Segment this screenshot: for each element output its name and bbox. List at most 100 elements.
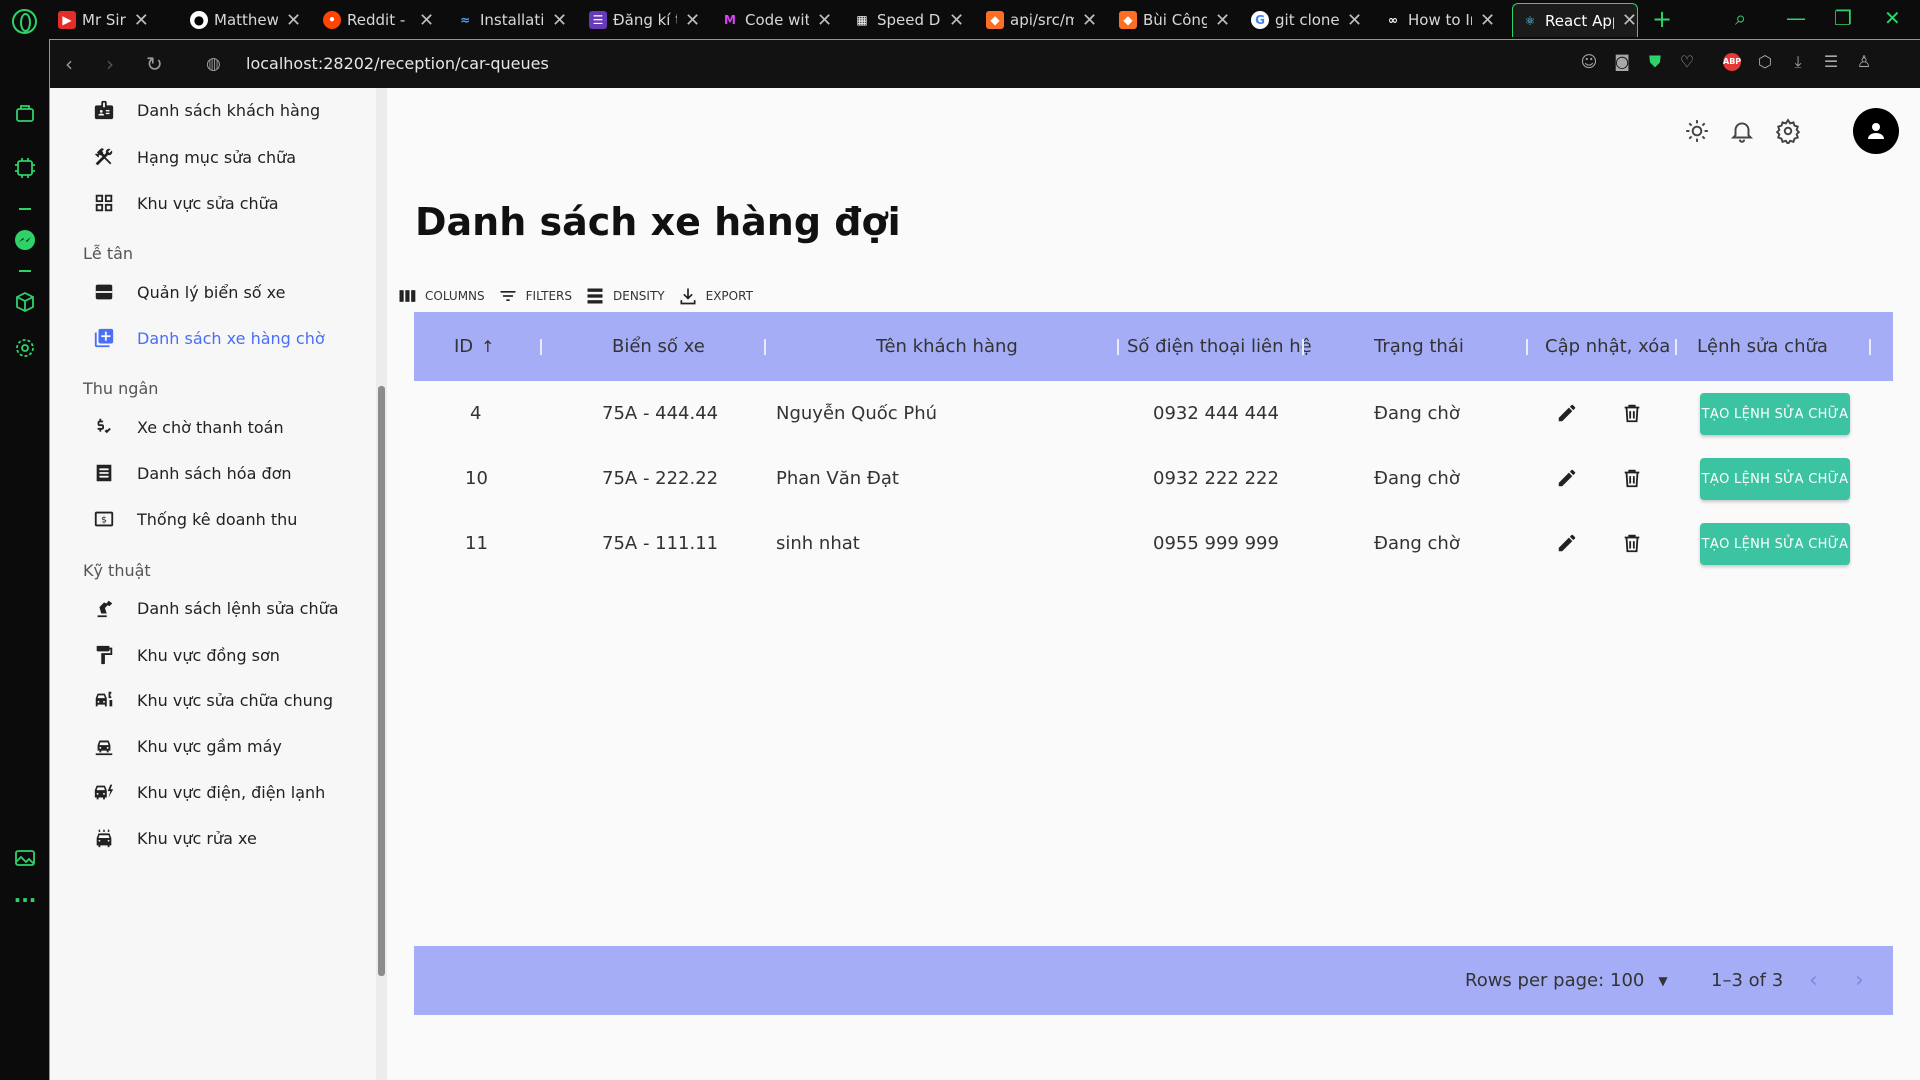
opera-logo-icon[interactable] xyxy=(12,9,37,34)
nav-item-chassis-area[interactable]: Khu vực gầm máy xyxy=(92,724,362,768)
nav-item-electrical-area[interactable]: Khu vực điện, điện lạnh xyxy=(92,770,362,814)
browser-tab[interactable]: ☰ Đăng kí t ✕ xyxy=(589,3,719,37)
notification-bell-icon[interactable] xyxy=(1729,118,1755,144)
nav-item-car-queue[interactable]: Danh sách xe hàng chờ xyxy=(92,316,362,360)
nav-item-invoices[interactable]: Danh sách hóa đơn xyxy=(92,451,362,495)
nav-item-customers[interactable]: Danh sách khách hàng xyxy=(92,88,362,132)
browser-tab[interactable]: M Code with ✕ xyxy=(721,3,851,37)
close-icon[interactable]: ✕ xyxy=(685,10,700,31)
site-info-icon[interactable]: ◍ xyxy=(206,54,221,74)
browser-tab[interactable]: ◆ api/src/m ✕ xyxy=(986,3,1116,37)
browser-tab[interactable]: ≈ Installatio ✕ xyxy=(456,3,586,37)
browser-tab-active[interactable]: ⚛ React App ✕ xyxy=(1512,3,1638,37)
export-button[interactable]: EXPORT xyxy=(678,286,753,306)
column-separator[interactable] xyxy=(1869,339,1871,355)
column-header-repair-order[interactable]: Lệnh sửa chữa xyxy=(1697,312,1828,381)
nav-item-revenue-stats[interactable]: $ Thống kê doanh thu xyxy=(92,497,362,541)
column-separator[interactable] xyxy=(1117,339,1119,355)
nav-item-repair-areas[interactable]: Khu vực sửa chữa xyxy=(92,181,362,225)
settings-sliders-icon[interactable]: ☰ xyxy=(1822,53,1840,71)
messenger-icon[interactable] xyxy=(13,228,37,252)
nav-scrollbar-thumb[interactable] xyxy=(378,386,385,976)
profile-icon[interactable]: ♙ xyxy=(1855,53,1873,71)
shield-icon[interactable]: ⛊ xyxy=(1646,53,1664,71)
nav-item-repair-categories[interactable]: Hạng mục sửa chữa xyxy=(92,135,362,179)
close-icon[interactable]: ✕ xyxy=(419,10,434,31)
column-header-status[interactable]: Trạng thái xyxy=(1374,312,1464,381)
next-page-icon[interactable]: › xyxy=(1855,946,1864,1015)
browser-tab[interactable]: ∞ How to In ✕ xyxy=(1384,3,1514,37)
delete-trash-icon[interactable] xyxy=(1621,532,1643,554)
new-tab-icon[interactable]: + xyxy=(1652,5,1672,33)
browser-tab[interactable]: ◆ Bùi Công ✕ xyxy=(1119,3,1249,37)
close-icon[interactable]: ✕ xyxy=(1347,10,1362,31)
cube-icon[interactable]: ⬡ xyxy=(1756,53,1774,71)
column-header-customer-name[interactable]: Tên khách hàng xyxy=(876,312,1018,381)
theme-toggle-icon[interactable] xyxy=(1684,118,1710,144)
close-icon[interactable]: ✕ xyxy=(1480,10,1495,31)
browser-tab[interactable]: ▶ Mr Sir ✕ xyxy=(58,3,188,37)
more-icon[interactable]: ··· xyxy=(13,888,37,912)
sort-ascending-icon[interactable]: ↑ xyxy=(481,337,494,356)
settings-icon[interactable] xyxy=(13,336,37,360)
column-header-phone[interactable]: Số điện thoại liên hệ xyxy=(1127,312,1312,381)
close-icon[interactable]: ✕ xyxy=(1215,10,1230,31)
cube-icon[interactable] xyxy=(13,290,37,314)
table-row[interactable]: 11 75A - 111.11 sinh nhat 0955 999 999 Đ… xyxy=(414,511,1893,576)
create-repair-order-button[interactable]: TẠO LỆNH SỬA CHỮA xyxy=(1700,458,1850,500)
browser-tab[interactable]: ● MatthewF ✕ xyxy=(190,3,320,37)
restore-icon[interactable]: ❐ xyxy=(1834,6,1852,30)
close-icon[interactable]: ✕ xyxy=(552,10,567,31)
previous-page-icon[interactable]: ‹ xyxy=(1809,946,1818,1015)
camera-icon[interactable]: ◙ xyxy=(1613,53,1631,71)
download-icon[interactable]: ⤓ xyxy=(1789,53,1807,71)
nav-item-pending-payment[interactable]: Xe chờ thanh toán xyxy=(92,405,362,449)
close-icon[interactable]: ✕ xyxy=(1082,10,1097,31)
nav-item-general-repair-area[interactable]: Khu vực sửa chữa chung xyxy=(92,678,362,722)
create-repair-order-button[interactable]: TẠO LỆNH SỬA CHỮA xyxy=(1700,393,1850,435)
window-close-icon[interactable]: ✕ xyxy=(1884,6,1901,30)
columns-button[interactable]: COLUMNS xyxy=(397,286,485,306)
nav-item-paint-area[interactable]: Khu vực đồng sơn xyxy=(92,633,362,677)
gallery-icon[interactable] xyxy=(13,846,37,870)
minimize-icon[interactable]: — xyxy=(1786,6,1806,30)
column-header-plate[interactable]: Biển số xe xyxy=(612,312,705,381)
ai-chip-icon[interactable] xyxy=(13,156,37,180)
nav-item-repair-orders[interactable]: Danh sách lệnh sửa chữa xyxy=(92,586,362,630)
delete-trash-icon[interactable] xyxy=(1621,402,1643,424)
settings-gear-icon[interactable] xyxy=(1775,118,1801,146)
column-header-id[interactable]: ID ↑ xyxy=(454,312,495,381)
workspace-icon[interactable] xyxy=(13,101,37,125)
browser-tab[interactable]: • Reddit - D ✕ xyxy=(323,3,453,37)
rows-per-page-select[interactable]: 100 ▼ xyxy=(1610,946,1668,1015)
emoji-icon[interactable]: ☺ xyxy=(1580,53,1598,71)
nav-item-license-plates[interactable]: Quản lý biển số xe xyxy=(92,270,362,314)
density-button[interactable]: DENSITY xyxy=(585,286,665,306)
create-repair-order-button[interactable]: TẠO LỆNH SỬA CHỮA xyxy=(1700,523,1850,565)
reload-icon[interactable]: ↻ xyxy=(146,52,163,76)
filters-button[interactable]: FILTERS xyxy=(498,286,572,306)
table-row[interactable]: 4 75A - 444.44 Nguyễn Quốc Phú 0932 444 … xyxy=(414,381,1893,446)
heart-icon[interactable]: ♡ xyxy=(1678,53,1696,71)
delete-trash-icon[interactable] xyxy=(1621,467,1643,489)
close-icon[interactable]: ✕ xyxy=(949,10,964,31)
url-field[interactable]: localhost:28202/reception/car-queues xyxy=(246,54,549,73)
browser-tab[interactable]: ▦ Speed Di ✕ xyxy=(853,3,983,37)
column-header-update-delete[interactable]: Cập nhật, xóa xyxy=(1545,312,1670,381)
adblock-icon[interactable]: ABP xyxy=(1723,53,1741,71)
close-icon[interactable]: ✕ xyxy=(286,10,301,31)
column-separator[interactable] xyxy=(540,339,542,355)
edit-pencil-icon[interactable] xyxy=(1556,467,1578,489)
edit-pencil-icon[interactable] xyxy=(1556,402,1578,424)
close-icon[interactable]: ✕ xyxy=(134,10,149,31)
browser-tab[interactable]: G git clone ✕ xyxy=(1251,3,1381,37)
column-separator[interactable] xyxy=(1302,339,1304,355)
edit-pencil-icon[interactable] xyxy=(1556,532,1578,554)
column-separator[interactable] xyxy=(1675,339,1677,355)
close-icon[interactable]: ✕ xyxy=(817,10,832,31)
column-separator[interactable] xyxy=(764,339,766,355)
column-separator[interactable] xyxy=(1526,339,1528,355)
search-tabs-icon[interactable]: ⌕ xyxy=(1735,6,1746,30)
table-row[interactable]: 10 75A - 222.22 Phan Văn Đạt 0932 222 22… xyxy=(414,446,1893,511)
nav-item-car-wash[interactable]: Khu vực rửa xe xyxy=(92,816,362,860)
